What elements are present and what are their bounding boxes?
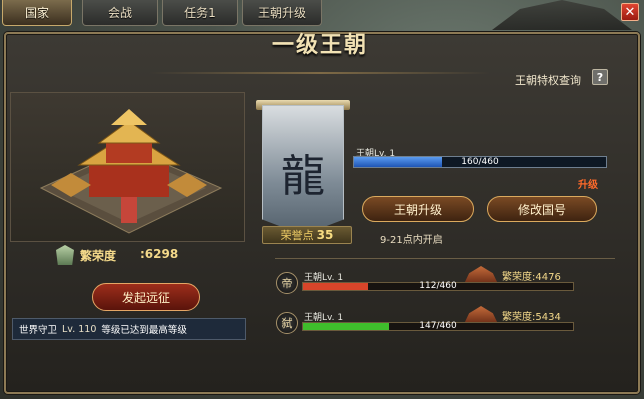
dragon-character: 龍: [281, 151, 325, 202]
honor-points: 荣誉点 35: [262, 226, 352, 244]
dynasty-upgrade-button[interactable]: 王朝升级: [362, 196, 474, 222]
palace-icon: [39, 109, 223, 234]
tab-country[interactable]: 国家: [2, 0, 72, 26]
help-icon[interactable]: ?: [592, 69, 608, 85]
row-glory: 繁荣度:5434: [502, 308, 561, 323]
tab-task[interactable]: 任务1: [162, 0, 238, 26]
privilege-query-link[interactable]: 王朝特权查询: [515, 72, 581, 88]
glory-display: 繁荣度 :6298: [56, 243, 206, 267]
world-guard-status-text: 等级已达到最高等级: [101, 325, 187, 336]
honor-label: 荣誉点: [280, 229, 314, 242]
rename-country-button[interactable]: 修改国号: [487, 196, 597, 222]
dynasty-row: 帝 王朝Lv. 1 繁荣度:4476 112/460: [276, 266, 616, 302]
dynasty-row: 弑 王朝Lv. 1 繁荣度:5434 147/460: [276, 306, 616, 342]
glory-label: 繁荣度: [80, 249, 117, 263]
dynasty-progress-bar: 160/460: [353, 156, 607, 168]
upgrade-tag[interactable]: 升级: [578, 176, 598, 191]
world-guard-name: 世界守卫: [19, 325, 58, 336]
divider: [275, 258, 615, 259]
world-guard-level: Lv. 110: [62, 323, 97, 335]
launch-expedition-button[interactable]: 发起远征: [92, 283, 200, 311]
row-progress-bar: 112/460: [302, 282, 574, 291]
open-time-hint: 9-21点内开启: [380, 235, 443, 246]
row-progress-text: 112/460: [419, 281, 457, 291]
tab-battle[interactable]: 会战: [82, 0, 158, 26]
row-glory: 繁荣度:4476: [502, 268, 561, 283]
row-progress-bar: 147/460: [302, 322, 574, 331]
dynasty-progress-text: 160/460: [461, 157, 499, 167]
title-divider: [150, 72, 490, 74]
close-icon[interactable]: ✕: [621, 3, 639, 21]
honor-value: 35: [316, 228, 334, 242]
page-title: 一级王朝: [271, 33, 368, 58]
screen-root: { "tabs": [ {"label": "国家"}, {"label": "…: [0, 0, 644, 399]
tab-bar: 国家 会战 任务1 王朝升级 ✕: [0, 0, 644, 28]
tab-dynasty-upgrade[interactable]: 王朝升级: [242, 0, 322, 26]
row-progress-text: 147/460: [419, 321, 457, 331]
palace-illustration: [10, 92, 245, 242]
world-guard-status: 世界守卫 Lv. 110 等级已达到最高等级: [12, 318, 246, 340]
glory-value: :6298: [140, 247, 179, 261]
emperor-badge-icon: 帝: [276, 272, 298, 294]
regicide-badge-icon: 弑: [276, 312, 298, 334]
glory-shield-icon: [56, 245, 74, 265]
